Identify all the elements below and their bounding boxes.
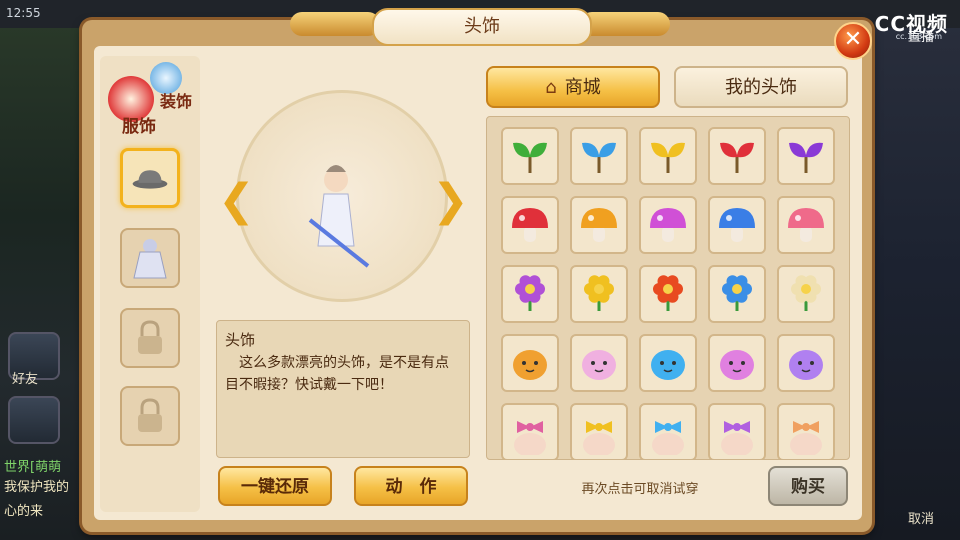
headwear-item-blob[interactable] [708, 334, 766, 392]
flower-icon [584, 275, 614, 311]
headwear-item-flower[interactable] [501, 265, 559, 323]
headwear-item-flower[interactable] [777, 265, 835, 323]
sprout-icon [651, 142, 685, 173]
slot-hat[interactable] [120, 148, 180, 208]
mushroom-icon [650, 208, 686, 242]
flower-icon [515, 275, 545, 311]
headwear-item-bow[interactable] [777, 403, 835, 459]
slot-locked[interactable] [120, 308, 180, 368]
chat-line: 世界[萌萌 [4, 460, 62, 475]
headwear-item-sprout[interactable] [708, 127, 766, 185]
headwear-item-mushroom[interactable] [777, 196, 835, 254]
headwear-item-mushroom[interactable] [639, 196, 697, 254]
headwear-item-blob[interactable] [777, 334, 835, 392]
blob-icon [651, 350, 685, 380]
robe-icon [133, 239, 167, 279]
bow-icon [721, 421, 753, 455]
headwear-item-bow[interactable] [708, 403, 766, 459]
buy-button[interactable]: 购买 [768, 466, 848, 506]
tab-shop-label: 商城 [564, 77, 601, 98]
headwear-item-sprout[interactable] [639, 127, 697, 185]
headwear-item-flower[interactable] [639, 265, 697, 323]
mushroom-icon [788, 208, 824, 242]
shop-icon: ⌂ [545, 77, 557, 98]
headwear-item-flower[interactable] [708, 265, 766, 323]
status-time: 12:55 [6, 6, 41, 20]
rotate-right-arrow-icon[interactable]: ❯ [432, 178, 469, 224]
description-text: 这么多款漂亮的头饰，是不是有点目不暇接？快试戴一下吧！ [225, 355, 449, 393]
headwear-item-bow[interactable] [570, 403, 628, 459]
title-ornament-left [290, 12, 380, 36]
headwear-item-sprout[interactable] [570, 127, 628, 185]
rotate-left-arrow-icon[interactable]: ❮ [218, 178, 255, 224]
hat-icon [132, 170, 168, 189]
mushroom-icon [512, 208, 548, 242]
cancel-label[interactable]: 取消 [908, 508, 934, 527]
friends-label: 好友 [12, 372, 39, 387]
headwear-item-mushroom[interactable] [501, 196, 559, 254]
action-button[interactable]: 动 作 [354, 466, 468, 506]
headwear-item-sprout[interactable] [501, 127, 559, 185]
bow-icon [790, 421, 822, 455]
chat-line: 我保护我的 [4, 480, 70, 495]
bow-icon [652, 421, 684, 455]
description-title: 头饰 [225, 331, 256, 349]
headwear-item-sprout[interactable] [777, 127, 835, 185]
lock-icon [138, 398, 162, 432]
flower-icon [722, 275, 752, 311]
chat-bubble-icon[interactable] [8, 396, 60, 444]
headwear-grid [486, 116, 850, 460]
window-title: 头饰 [372, 8, 592, 46]
character-avatar [308, 165, 370, 268]
headwear-item-flower[interactable] [570, 265, 628, 323]
bow-icon [514, 421, 546, 455]
headwear-item-blob[interactable] [570, 334, 628, 392]
blob-icon [513, 350, 547, 380]
mushroom-icon [581, 208, 617, 242]
sprout-icon [513, 142, 547, 173]
bow-icon [583, 421, 615, 455]
lock-icon [138, 320, 162, 354]
slot-outfit[interactable] [120, 228, 180, 288]
cancel-tryon-hint: 再次点击可取消试穿 [581, 482, 699, 497]
title-ornament-right [580, 12, 670, 36]
sprout-icon [720, 142, 754, 173]
chat-line: 心的来 [4, 504, 44, 519]
sprout-icon [582, 142, 616, 173]
headwear-item-blob[interactable] [639, 334, 697, 392]
cc-live-tag: 直播 [908, 30, 935, 45]
sprout-icon [789, 142, 823, 173]
flower-icon [653, 275, 683, 311]
blob-icon [720, 350, 754, 380]
close-button[interactable]: ✕ [834, 22, 872, 60]
category-outfit-label[interactable]: 服饰 [122, 112, 156, 137]
headwear-item-mushroom[interactable] [708, 196, 766, 254]
background-right [870, 0, 960, 540]
blob-icon [789, 350, 823, 380]
slot-locked[interactable] [120, 386, 180, 446]
mushroom-icon [719, 208, 755, 242]
headwear-item-bow[interactable] [501, 403, 559, 459]
flower-icon [791, 275, 821, 311]
headwear-item-mushroom[interactable] [570, 196, 628, 254]
reset-button[interactable]: 一键还原 [218, 466, 332, 506]
headwear-item-bow[interactable] [639, 403, 697, 459]
tab-my-headwear[interactable]: 我的头饰 [674, 66, 848, 108]
headwear-item-blob[interactable] [501, 334, 559, 392]
description-box: 头饰 这么多款漂亮的头饰，是不是有点目不暇接？快试戴一下吧！ [216, 320, 470, 458]
blob-icon [582, 350, 616, 380]
tab-shop[interactable]: ⌂ 商城 [486, 66, 660, 108]
category-decoration-label[interactable]: 装饰 [160, 88, 192, 112]
